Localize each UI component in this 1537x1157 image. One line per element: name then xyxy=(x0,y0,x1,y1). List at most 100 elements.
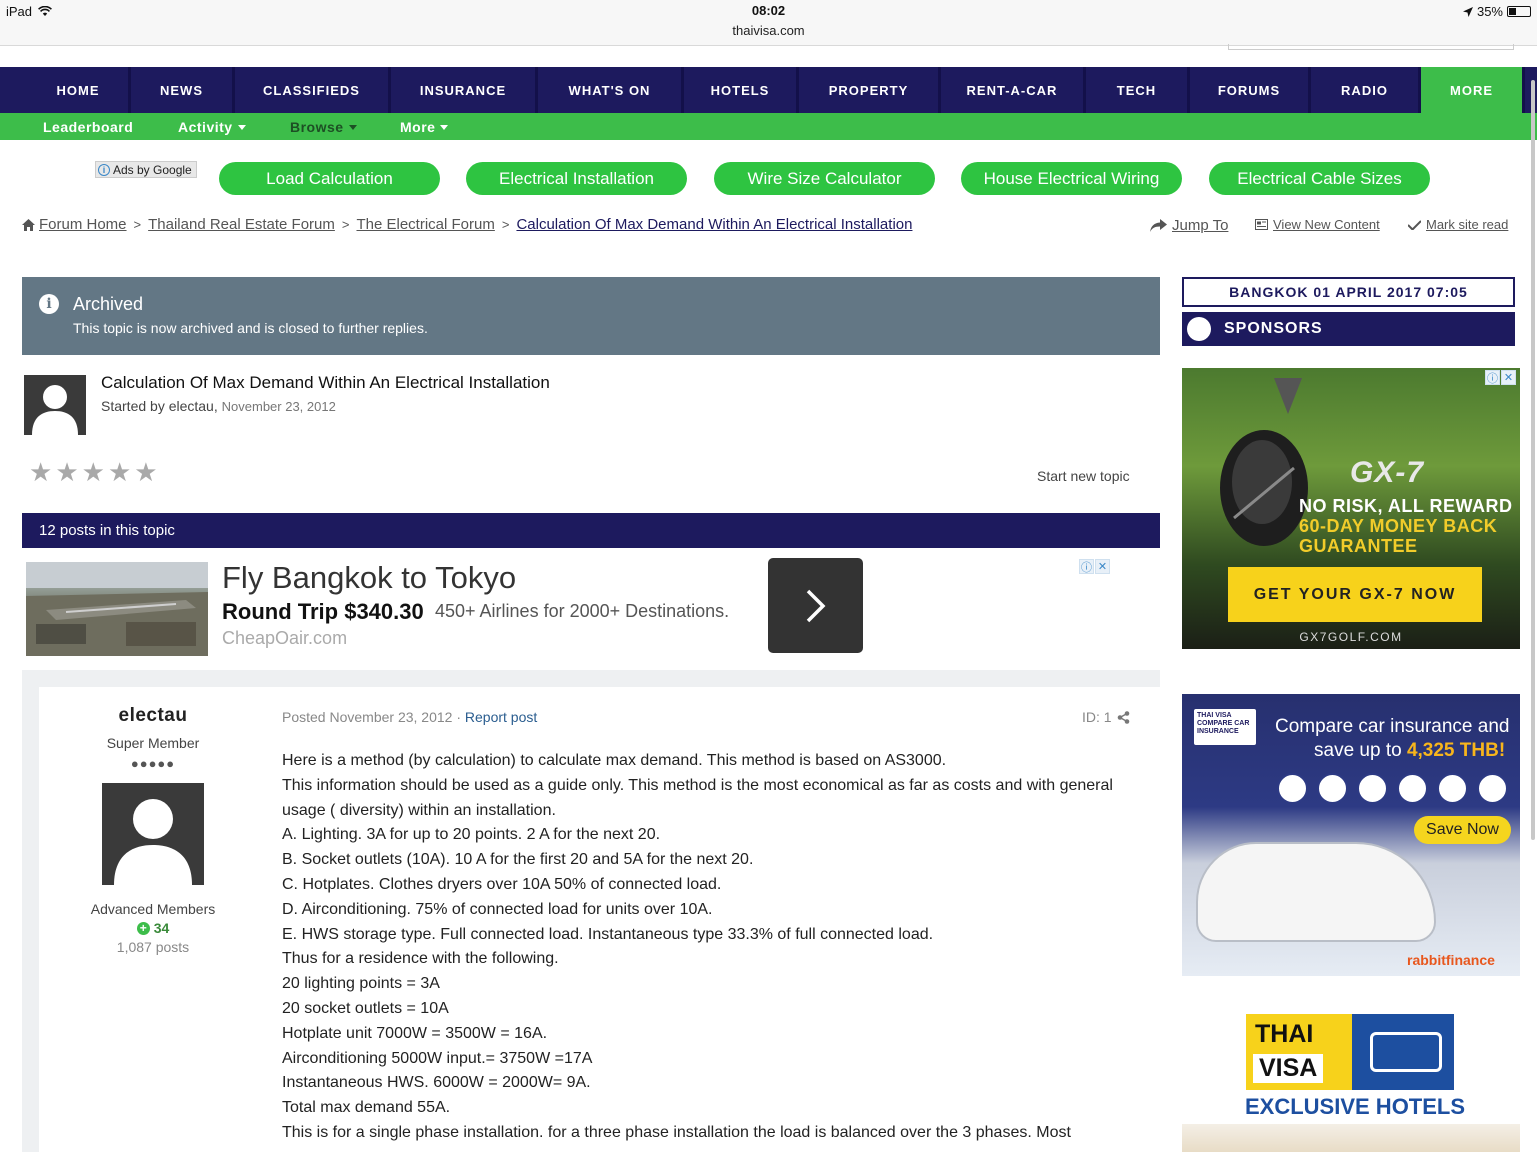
nav-whats-on[interactable]: WHAT'S ON xyxy=(538,67,684,113)
subnav-leaderboard[interactable]: Leaderboard xyxy=(43,119,178,135)
post-line: C. Hotplates. Clothes dryers over 10A 50… xyxy=(282,875,722,893)
adchoices-info-icon[interactable]: ⓘ xyxy=(1079,559,1094,574)
close-icon[interactable]: ✕ xyxy=(1095,559,1110,574)
insurer-logo-icon xyxy=(1397,773,1428,804)
flight-ad-price: Round Trip $340.30 xyxy=(222,599,424,624)
posts-count: 12 posts in this topic xyxy=(39,522,175,539)
post-container: electau Super Member ●●●●● Advanced Memb… xyxy=(22,670,1160,1157)
chevron-down-icon xyxy=(440,125,449,131)
gx7-url: GX7GOLF.COM xyxy=(1299,630,1403,644)
nav-classifieds[interactable]: CLASSIFIEDS xyxy=(235,67,391,113)
breadcrumb-real-estate-forum[interactable]: Thailand Real Estate Forum xyxy=(148,216,335,233)
nav-home[interactable]: HOME xyxy=(28,67,131,113)
aerial-city-image xyxy=(26,562,208,656)
flight-ad[interactable]: Fly Bangkok to Tokyo Round Trip $340.30 … xyxy=(22,548,1160,670)
share-arrow-icon xyxy=(1150,219,1167,232)
report-post-link[interactable]: Report post xyxy=(465,709,537,725)
star-icon[interactable]: ★ xyxy=(29,459,52,485)
post-line: Total max demand 55A. xyxy=(282,1099,451,1117)
close-icon[interactable]: ✕ xyxy=(1501,370,1516,385)
post-id-label: ID: 1 xyxy=(1082,709,1112,725)
subnav-activity[interactable]: Activity xyxy=(178,119,290,135)
archived-title: Archived xyxy=(73,294,144,314)
insurer-logo-icon xyxy=(1437,773,1468,804)
author-group: Advanced Members xyxy=(90,901,216,917)
insurance-line1: Compare car insurance and xyxy=(1275,716,1510,737)
adlink-house-electrical-wiring[interactable]: House Electrical Wiring xyxy=(961,162,1182,195)
star-icon[interactable]: ★ xyxy=(55,459,78,485)
adchoices-info-icon[interactable]: ⓘ xyxy=(1485,370,1500,385)
adlink-load-calculation[interactable]: Load Calculation xyxy=(219,162,440,195)
nav-tech[interactable]: TECH xyxy=(1086,67,1190,113)
breadcrumb-separator: > xyxy=(341,217,350,232)
star-icon[interactable]: ★ xyxy=(82,459,105,485)
adchoices[interactable]: ⓘ ✕ xyxy=(1485,370,1516,385)
plus-circle-icon: + xyxy=(136,921,150,935)
flight-ad-arrow-button[interactable] xyxy=(768,558,863,653)
star-icon[interactable]: ★ xyxy=(108,459,131,485)
breadcrumb-electrical-forum[interactable]: The Electrical Forum xyxy=(356,216,494,233)
nav-hotels[interactable]: HOTELS xyxy=(684,67,799,113)
page-scrollbar[interactable] xyxy=(1531,80,1535,840)
share-icon[interactable] xyxy=(1117,710,1130,724)
gx7-cta-button[interactable]: GET YOUR GX-7 NOW xyxy=(1228,567,1482,622)
nav-insurance[interactable]: INSURANCE xyxy=(391,67,538,113)
location-arrow-icon xyxy=(1462,6,1473,17)
default-avatar-icon xyxy=(32,385,78,435)
mark-site-read[interactable]: Mark site read xyxy=(1408,217,1508,232)
thaivisa-hotels-ad[interactable]: THAI VISA EXCLUSIVE HOTELS xyxy=(1182,996,1520,1152)
nav-property[interactable]: PROPERTY xyxy=(799,67,941,113)
subnav-browse[interactable]: Browse xyxy=(290,119,400,135)
author-avatar[interactable] xyxy=(102,783,204,885)
topic-started-by: Started by electau, November 23, 2012 xyxy=(101,398,336,414)
adlink-wire-size-calculator[interactable]: Wire Size Calculator xyxy=(714,162,935,195)
post-id[interactable]: ID: 1 xyxy=(1082,709,1130,725)
post-meta: Posted November 23, 2012 · Report post xyxy=(282,709,537,725)
ios-status-bar: iPad 08:02 thaivisa.com 35% xyxy=(0,0,1537,46)
archived-notice: i Archived This topic is now archived an… xyxy=(22,277,1160,355)
adlink-electrical-installation[interactable]: Electrical Installation xyxy=(466,162,687,195)
flight-ad-title[interactable]: Fly Bangkok to Tokyo xyxy=(222,560,516,596)
save-now-button[interactable]: Save Now xyxy=(1414,816,1511,844)
post: electau Super Member ●●●●● Advanced Memb… xyxy=(39,687,1160,1157)
post-line: Instantaneous HWS. 6000W = 2000W= 9A. xyxy=(282,1074,591,1092)
post-line: Thus for a residence with the following. xyxy=(282,950,559,968)
topic-author-avatar[interactable] xyxy=(24,375,86,435)
nav-forums[interactable]: FORUMS xyxy=(1190,67,1311,113)
breadcrumb: Forum Home > Thailand Real Estate Forum … xyxy=(22,216,912,233)
insurance-badge: THAI VISA COMPARE CAR INSURANCE xyxy=(1194,709,1256,745)
star-icon[interactable]: ★ xyxy=(134,459,157,485)
sponsors-label: SPONSORS xyxy=(1224,320,1323,337)
subnav-more-label: More xyxy=(400,118,436,135)
nav-rent-a-car[interactable]: RENT-A-CAR xyxy=(941,67,1086,113)
author-reputation: + 34 xyxy=(39,920,267,936)
post-author-panel: electau Super Member ●●●●● Advanced Memb… xyxy=(39,687,267,955)
topic-rating[interactable]: ★ ★ ★ ★ ★ xyxy=(29,459,158,485)
car-image xyxy=(1196,842,1436,942)
post-line: Hotplate unit 7000W = 3500W = 16A. xyxy=(282,1024,548,1042)
start-new-topic-button[interactable]: Start new topic xyxy=(1037,468,1130,484)
breadcrumb-forum-home[interactable]: Forum Home xyxy=(39,216,127,233)
view-new-content[interactable]: View New Content xyxy=(1255,217,1380,232)
adchoices[interactable]: ⓘ ✕ xyxy=(1079,559,1110,574)
insurer-logo-icon xyxy=(1277,773,1308,804)
jump-to[interactable]: Jump To xyxy=(1150,217,1228,234)
ads-by-google[interactable]: i Ads by Google xyxy=(95,161,197,178)
nav-news[interactable]: NEWS xyxy=(131,67,235,113)
insurer-logo-icon xyxy=(1357,773,1388,804)
adlink-electrical-cable-sizes[interactable]: Electrical Cable Sizes xyxy=(1209,162,1430,195)
info-icon: i xyxy=(39,294,59,314)
breadcrumb-current-topic[interactable]: Calculation Of Max Demand Within An Elec… xyxy=(516,216,912,233)
car-insurance-ad[interactable]: THAI VISA COMPARE CAR INSURANCE Compare … xyxy=(1182,694,1520,976)
address-bar-url[interactable]: thaivisa.com xyxy=(0,23,1537,38)
nav-more[interactable]: MORE xyxy=(1421,67,1525,113)
nav-radio[interactable]: RADIO xyxy=(1311,67,1421,113)
flight-ad-url[interactable]: CheapOair.com xyxy=(222,628,347,649)
search-box-edge[interactable] xyxy=(1228,44,1514,50)
post-line: 20 lighting points = 3A xyxy=(282,975,440,993)
gx7-golf-ad[interactable]: GX-7 NO RISK, ALL REWARD 60-DAY MONEY BA… xyxy=(1182,368,1520,649)
post-line: 20 socket outlets = 10A xyxy=(282,999,449,1017)
author-name[interactable]: electau xyxy=(39,705,267,727)
subnav-more[interactable]: More xyxy=(400,119,480,135)
post-line: A. Lighting. 3A for up to 20 points. 2 A… xyxy=(282,826,661,844)
